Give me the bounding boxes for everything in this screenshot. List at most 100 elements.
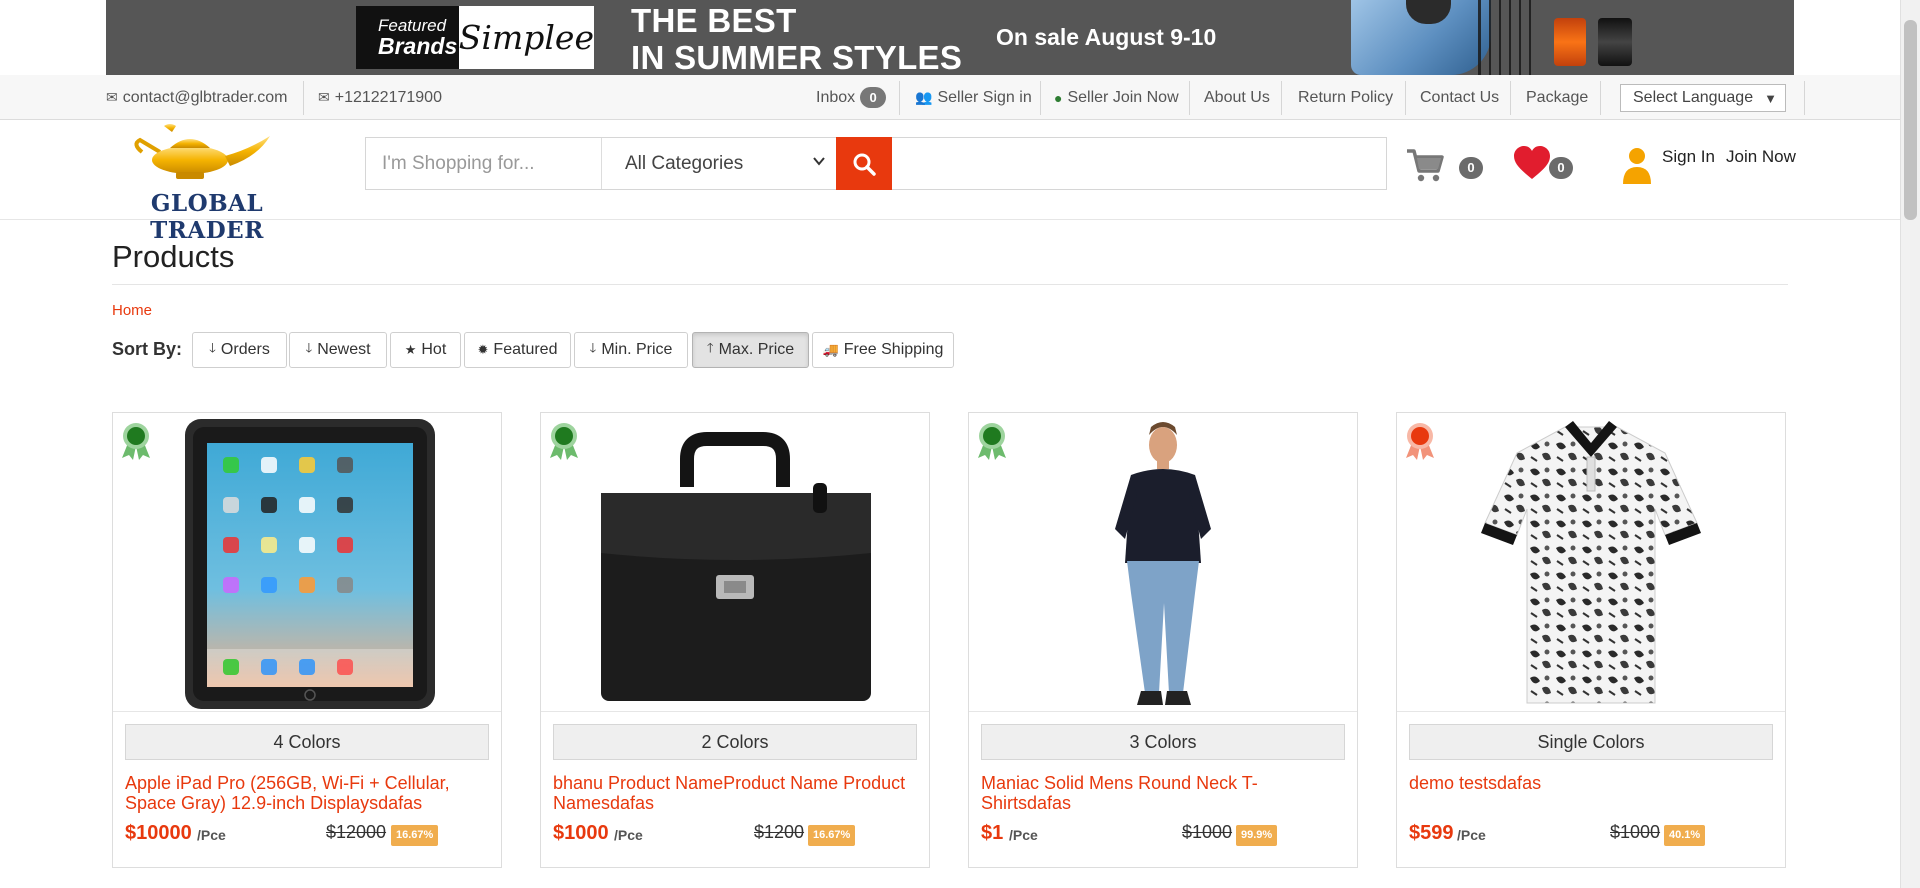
seller-join-link[interactable]: ● Seller Join Now — [1054, 75, 1179, 120]
divider — [303, 81, 304, 115]
banner-headline: THE BEST IN SUMMER STYLES — [631, 2, 962, 75]
color-options[interactable]: Single Colors — [1409, 724, 1773, 760]
product-name-link[interactable]: Maniac Solid Mens Round Neck T-Shirtsdaf… — [981, 773, 1347, 813]
users-icon: 👥 — [915, 89, 933, 105]
contact-email[interactable]: ✉ contact@glbtrader.com — [106, 75, 288, 120]
color-options[interactable]: 3 Colors — [981, 724, 1345, 760]
promo-banner[interactable]: Featured Brands Simplee THE BEST IN SUMM… — [106, 0, 1794, 75]
original-price: $1200 — [754, 822, 805, 842]
breadcrumb-home-link[interactable]: Home — [112, 302, 152, 319]
sign-in-link[interactable]: Sign In — [1662, 147, 1715, 167]
category-label: All Categories — [625, 152, 744, 174]
scrollbar-thumb[interactable] — [1904, 20, 1917, 220]
color-options[interactable]: 2 Colors — [553, 724, 917, 760]
price-unit: /Pce — [1009, 827, 1038, 843]
seller-sign-in-label: Seller Sign in — [937, 88, 1032, 106]
polo-shirt-image — [1481, 421, 1701, 704]
brands-label: Brands — [378, 33, 458, 60]
divider — [1405, 81, 1406, 115]
divider — [1804, 81, 1805, 115]
sort-max-price-button[interactable]: 🡑 Max. Price — [692, 332, 809, 368]
discount-badge: 99.9% — [1236, 825, 1278, 846]
contact-email-text: contact@glbtrader.com — [122, 88, 288, 106]
title-divider — [112, 284, 1788, 285]
inbox-link[interactable]: Inbox 0 — [816, 75, 887, 120]
award-ribbon-icon — [1406, 423, 1434, 460]
return-policy-link[interactable]: Return Policy — [1298, 75, 1393, 120]
contact-phone-text: +12122171900 — [334, 88, 442, 106]
divider — [1510, 81, 1511, 115]
sort-free-shipping-button[interactable]: 🚚 Free Shipping — [812, 332, 954, 368]
inbox-count-badge: 0 — [860, 87, 887, 108]
return-policy-label: Return Policy — [1298, 88, 1394, 106]
cart-icon[interactable] — [1405, 145, 1445, 185]
wishlist-heart-icon[interactable] — [1513, 145, 1551, 181]
award-ribbon-icon — [122, 423, 150, 460]
sort-min-price-button[interactable]: 🡓 Min. Price — [574, 332, 688, 368]
product-card[interactable]: 3 Colors Maniac Solid Mens Round Neck T-… — [968, 412, 1358, 868]
arrow-down-icon: 🡓 — [589, 340, 597, 355]
sort-featured-label: Featured — [493, 341, 558, 358]
seller-join-label: Seller Join Now — [1067, 88, 1179, 106]
user-icon[interactable] — [1622, 145, 1652, 185]
product-image-briefcase[interactable] — [541, 413, 929, 712]
product-card[interactable]: Single Colors demo testsdafas $599 /Pce … — [1396, 412, 1786, 868]
logo-text: GLOBAL TRADER — [150, 190, 264, 244]
award-ribbon-icon — [978, 423, 1006, 460]
truck-icon: 🚚 — [822, 342, 839, 357]
product-name-link[interactable]: demo testsdafas — [1409, 773, 1775, 793]
sort-orders-button[interactable]: 🡓 Orders — [192, 332, 287, 368]
briefcase-image — [601, 432, 871, 701]
search-button[interactable] — [836, 137, 892, 190]
product-name-link[interactable]: Apple iPad Pro (256GB, Wi-Fi + Cellular,… — [125, 773, 491, 813]
sort-featured-button[interactable]: ✹ Featured — [464, 332, 571, 368]
arrow-down-icon: 🡓 — [209, 340, 216, 355]
about-us-label: About Us — [1204, 88, 1270, 106]
star-icon: ★ — [404, 342, 417, 357]
package-label: Package — [1526, 88, 1589, 106]
tablet-image — [185, 419, 435, 709]
price-unit: /Pce — [1457, 827, 1486, 843]
banner-headline-line2: IN SUMMER STYLES — [631, 39, 963, 75]
page-scrollbar[interactable] — [1900, 0, 1920, 888]
color-options[interactable]: 4 Colors — [125, 724, 489, 760]
original-price: $1000 — [1610, 822, 1661, 842]
sort-hot-button[interactable]: ★ Hot — [390, 332, 461, 368]
sort-max-price-label: Max. Price — [718, 341, 795, 358]
product-image-man-tshirt[interactable] — [969, 413, 1357, 712]
top-bar: ✉ contact@glbtrader.com ✉ +12122171900 I… — [0, 75, 1900, 120]
sort-newest-button[interactable]: 🡓 Newest — [289, 332, 387, 368]
category-select[interactable]: All Categories — [602, 138, 839, 189]
divider — [1281, 81, 1282, 115]
contact-phone[interactable]: ✉ +12122171900 — [318, 75, 442, 120]
contact-us-link[interactable]: Contact Us — [1420, 75, 1499, 120]
about-us-link[interactable]: About Us — [1204, 75, 1270, 120]
banner-black-jar — [1598, 18, 1632, 66]
product-image-polo-shirt[interactable] — [1397, 413, 1785, 712]
product-price: $1 — [981, 822, 1004, 844]
banner-stair-rail — [1478, 0, 1538, 75]
product-name-link[interactable]: bhanu Product NameProduct Name Product N… — [553, 773, 919, 813]
arrow-up-icon: 🡑 — [706, 340, 714, 355]
product-image-tablet[interactable] — [113, 413, 501, 712]
price-unit: /Pce — [614, 827, 643, 843]
product-card[interactable]: 2 Colors bhanu Product NameProduct Name … — [540, 412, 930, 868]
package-link[interactable]: Package — [1526, 75, 1588, 120]
sort-newest-label: Newest — [317, 341, 371, 358]
inbox-label: Inbox — [816, 88, 856, 106]
product-price: $10000 — [125, 822, 192, 844]
banner-sale-text: On sale August 9-10 — [996, 24, 1217, 50]
language-select[interactable]: Select Language ▼ — [1620, 84, 1786, 112]
global-trader-logo[interactable]: GLOBAL TRADER — [92, 120, 322, 244]
featured-brands-logo: Featured Brands Simplee — [356, 6, 594, 69]
sort-by-label: Sort By: — [112, 339, 183, 359]
magic-lamp-icon — [134, 124, 270, 179]
simplee-brand: Simplee — [458, 18, 594, 57]
join-now-link[interactable]: Join Now — [1726, 147, 1796, 167]
contact-us-label: Contact Us — [1420, 88, 1500, 106]
product-card[interactable]: 4 Colors Apple iPad Pro (256GB, Wi-Fi + … — [112, 412, 502, 868]
man-in-tshirt-image — [1115, 422, 1211, 705]
search-input[interactable] — [366, 138, 602, 189]
seller-sign-in-link[interactable]: 👥 Seller Sign in — [915, 75, 1032, 120]
divider — [1040, 81, 1041, 115]
